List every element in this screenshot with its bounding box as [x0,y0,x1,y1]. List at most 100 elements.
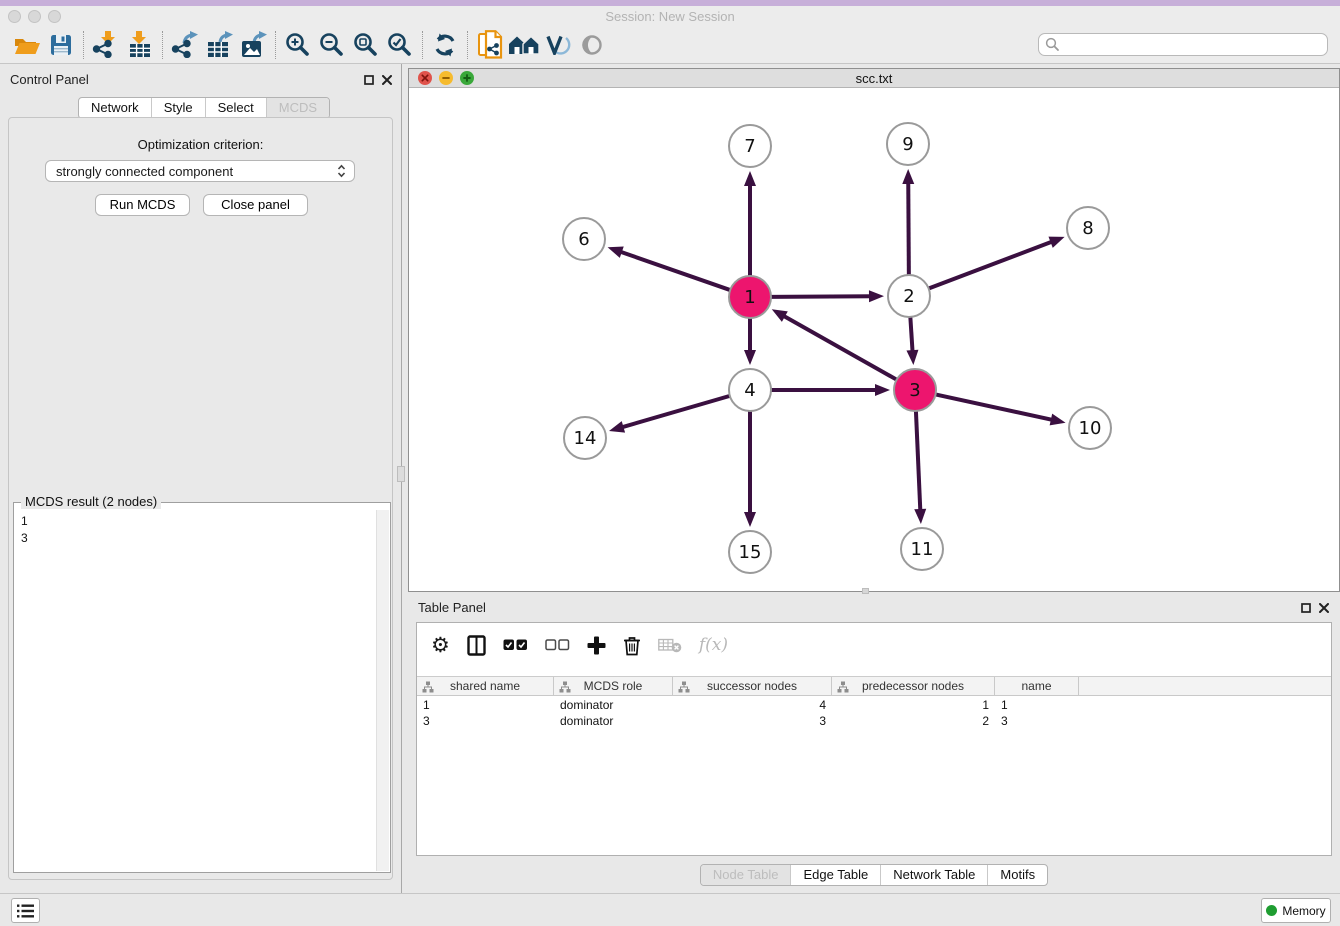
network-window-title: scc.txt [409,71,1339,86]
edge-arrowhead-icon [744,171,756,186]
control-panel-float-button[interactable] [362,73,376,87]
search-input[interactable] [1060,35,1327,54]
import-network-icon [92,31,120,58]
control-panel-title: Control Panel [10,72,89,87]
column-header-mcds-role[interactable]: MCDS role [554,677,673,695]
export-network-icon [171,31,199,58]
float-icon [364,75,374,85]
graph-edge-1-2[interactable] [771,296,872,297]
node-table-panel: ⚙ [416,622,1332,856]
network-canvas[interactable]: 7968124314101511 [409,88,1339,591]
optimization-criterion-select[interactable]: strongly connected component [45,160,355,182]
import-table-button[interactable] [123,29,157,61]
table-cell[interactable]: 1 [832,697,995,713]
result-line: 1 [21,513,369,530]
control-tab-select[interactable]: Select [205,98,266,118]
mcds-result-list[interactable]: 13 [14,510,376,872]
table-tab-node-table[interactable]: Node Table [701,865,791,885]
toolbar-separator [422,31,423,59]
table-row[interactable]: 3dominator323 [417,713,1331,729]
control-panel-close-button[interactable] [380,73,394,87]
table-cell[interactable]: 3 [673,713,832,729]
table-cell[interactable]: 3 [417,713,554,729]
graph-edge-2-8[interactable] [929,241,1054,288]
table-panel-close-button[interactable] [1317,601,1331,615]
search-field[interactable] [1038,33,1328,56]
edge-arrowhead-icon [772,309,788,322]
network-graph: 7968124314101511 [409,88,1339,592]
run-mcds-button[interactable]: Run MCDS [95,194,190,216]
show-graphics-details-button[interactable] [541,29,575,61]
table-cell[interactable]: 2 [832,713,995,729]
zoom-in-button[interactable] [281,29,315,61]
deselect-all-button[interactable] [545,630,570,660]
panel-divider-grip[interactable] [397,466,405,482]
edge-arrowhead-icon [906,350,918,365]
add-column-button[interactable] [587,630,606,660]
delete-table-button[interactable] [658,630,682,660]
hide-graphics-details-button[interactable] [575,29,609,61]
export-image-button[interactable] [236,29,270,61]
select-stepper-icon [337,164,346,178]
memory-button[interactable]: Memory [1261,898,1331,923]
table-tab-edge-table[interactable]: Edge Table [790,865,880,885]
select-all-button[interactable] [503,630,528,660]
export-table-button[interactable] [202,29,236,61]
optimization-criterion-value: strongly connected component [56,164,337,179]
delete-table-icon [658,638,682,653]
table-cell[interactable]: 1 [995,697,1079,713]
table-tab-network-table[interactable]: Network Table [880,865,987,885]
edge-arrowhead-icon [914,509,926,524]
show-columns-button[interactable] [467,630,486,660]
zoom-out-button[interactable] [315,29,349,61]
network-from-selection-button[interactable] [473,29,507,61]
column-header-successor-nodes[interactable]: successor nodes [673,677,832,695]
column-header-shared-name[interactable]: shared name [417,677,554,695]
table-panel-float-button[interactable] [1299,601,1313,615]
graph-edge-4-14[interactable] [621,396,730,428]
edge-arrowhead-icon [902,169,914,184]
window-resize-handle[interactable] [862,588,869,594]
graph-node-label-6: 6 [578,229,589,250]
zoom-fit-button[interactable] [349,29,383,61]
graph-edge-3-1[interactable] [782,315,896,380]
optimization-criterion-label: Optimization criterion: [9,137,392,152]
delete-column-button[interactable] [623,630,641,660]
graph-edge-3-10[interactable] [936,394,1054,420]
table-cell[interactable]: 1 [417,697,554,713]
zoom-out-icon [319,32,345,58]
export-network-button[interactable] [168,29,202,61]
table-settings-button[interactable]: ⚙ [431,630,450,660]
table-cell[interactable]: dominator [554,713,673,729]
table-cell[interactable]: dominator [554,697,673,713]
graph-edge-1-6[interactable] [619,251,730,290]
close-panel-button[interactable]: Close panel [203,194,308,216]
save-session-button[interactable] [44,29,78,61]
import-network-button[interactable] [89,29,123,61]
task-history-button[interactable] [11,898,40,923]
open-session-button[interactable] [10,29,44,61]
vizmapper-v-icon [545,35,571,55]
graph-edge-2-9[interactable] [908,181,909,275]
function-builder-button[interactable]: f(x) [699,630,728,660]
result-scrollbar[interactable] [376,510,389,871]
zoom-selected-button[interactable] [383,29,417,61]
control-panel-tabs: NetworkStyleSelectMCDS [78,97,330,119]
table-cell[interactable]: 3 [995,713,1079,729]
mcds-panel: Optimization criterion: strongly connect… [8,117,393,880]
column-header-name[interactable]: name [995,677,1079,695]
table-row[interactable]: 1dominator411 [417,697,1331,713]
toolbar-separator [275,31,276,59]
table-cell[interactable]: 4 [673,697,832,713]
session-home-button[interactable] [507,29,541,61]
column-header-predecessor-nodes[interactable]: predecessor nodes [832,677,995,695]
control-tab-style[interactable]: Style [151,98,205,118]
columns-icon [467,635,486,656]
close-icon [1319,603,1329,613]
table-tab-motifs[interactable]: Motifs [987,865,1047,885]
graph-edge-3-11[interactable] [916,411,920,512]
control-tab-mcds[interactable]: MCDS [266,98,329,118]
apply-layout-button[interactable] [428,29,462,61]
graph-edge-2-3[interactable] [910,317,912,353]
control-tab-network[interactable]: Network [79,98,151,118]
